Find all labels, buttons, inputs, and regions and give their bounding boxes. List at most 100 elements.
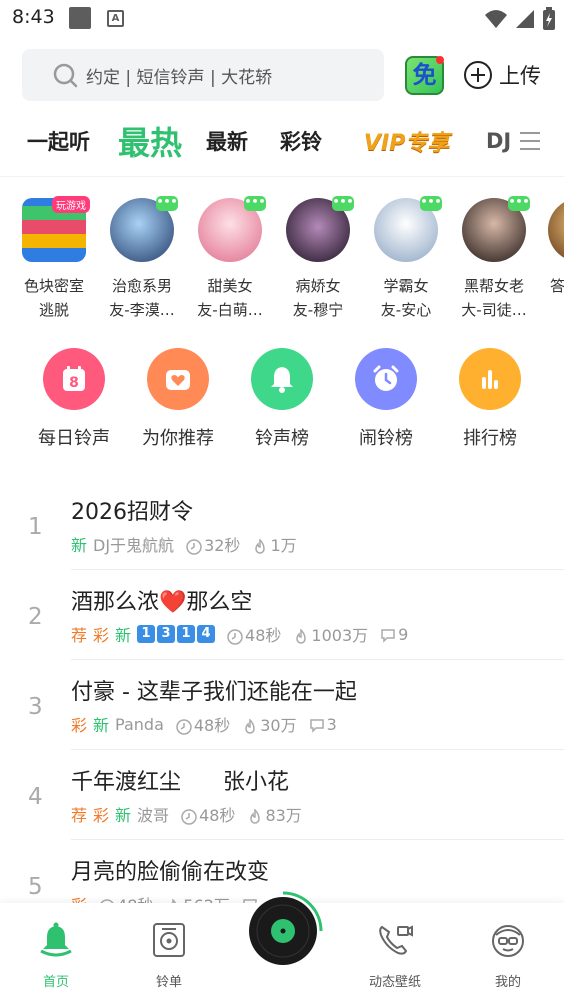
- flame-icon: [245, 718, 256, 734]
- song-row[interactable]: 1 2026招财令 新 DJ于鬼航航 32秒 1万: [0, 480, 564, 570]
- duration: 48秒: [176, 712, 230, 736]
- feature-alarm-chart[interactable]: 闹铃榜: [334, 348, 438, 450]
- bell-icon: [251, 348, 313, 410]
- duration: 48秒: [181, 802, 235, 826]
- song-duration: 48秒: [245, 626, 282, 645]
- character-item[interactable]: ••• 治愈系男 友-李漠…: [102, 196, 182, 322]
- character-name: 甜美女 友-白萌…: [197, 277, 263, 319]
- divider: [0, 176, 564, 177]
- tag-new: 新: [115, 626, 132, 645]
- comment-icon: [309, 719, 324, 733]
- feature-ranking[interactable]: 排行榜: [438, 348, 542, 450]
- search-bar[interactable]: 约定 | 短信铃声 | 大花轿: [22, 49, 384, 101]
- tab-dj[interactable]: DJ: [486, 115, 511, 167]
- game-cover: 玩游戏: [22, 196, 90, 262]
- plays: 1003万: [293, 622, 368, 646]
- feature-ringtone-chart[interactable]: 铃声榜: [230, 348, 334, 450]
- phone-video-icon: [379, 925, 413, 955]
- upload-button[interactable]: 上传: [463, 60, 541, 90]
- character-item[interactable]: ••• 黑帮女老 大-司徒…: [454, 196, 534, 322]
- song-rank: 3: [28, 694, 43, 720]
- feature-daily-ringtone[interactable]: 8 每日铃声: [22, 348, 126, 450]
- feature-label: 每日铃声: [38, 428, 110, 449]
- character-item[interactable]: ••• 病娇女 友-穆宁: [278, 196, 358, 322]
- clock-icon: [186, 538, 202, 555]
- plays: 30万: [242, 712, 297, 736]
- character-name: 答: [550, 277, 564, 295]
- tab-vip[interactable]: VIP专享: [364, 115, 449, 167]
- song-plays: 30万: [260, 716, 297, 735]
- bottom-nav: 首页 铃单 动态壁纸 我的: [0, 891, 564, 1004]
- song-plays: 1万: [270, 536, 297, 555]
- character-item[interactable]: 答: [542, 196, 564, 298]
- feature-label: 铃声榜: [255, 428, 309, 449]
- clock-icon: [176, 718, 192, 735]
- category-tabs: 一起听 最热 最新 彩铃 VIP专享 DJ: [0, 115, 564, 167]
- tag-new: 新: [71, 536, 88, 555]
- feature-label: 闹铃榜: [359, 428, 413, 449]
- song-title: 酒那么浓❤️那么空: [71, 590, 253, 615]
- song-comments: 3: [326, 714, 337, 734]
- artist-digit: 3: [157, 625, 176, 643]
- song-row[interactable]: 4 千年渡红尘 张小花 荐 彩 新 波哥 48秒 83万: [0, 750, 564, 840]
- song-plays: 83万: [265, 806, 302, 825]
- feature-recommend[interactable]: 为你推荐: [126, 348, 230, 450]
- notification-square-icon: [69, 7, 91, 29]
- song-plays: 1003万: [311, 626, 369, 645]
- vinyl-disc-icon: [244, 891, 323, 970]
- menu-icon[interactable]: [516, 127, 544, 155]
- nav-live-wallpaper[interactable]: 动态壁纸: [350, 921, 440, 990]
- song-artist: 1 3 1 4: [137, 625, 216, 643]
- character-name: 色块密室 逃脱: [23, 277, 84, 319]
- status-time: 8:43: [12, 6, 55, 28]
- song-rank: 5: [28, 874, 43, 900]
- character-item[interactable]: ••• 甜美女 友-白萌…: [190, 196, 270, 322]
- tag-color-ring: 彩: [93, 806, 110, 825]
- speaker-icon: [153, 923, 185, 957]
- song-row[interactable]: 2 酒那么浓❤️那么空 荐 彩 新 1 3 1 4 48秒 1003万 9: [0, 570, 564, 660]
- battery-icon: [543, 7, 555, 30]
- character-item[interactable]: 玩游戏 色块密室 逃脱: [14, 196, 94, 322]
- nav-label: 首页: [42, 975, 69, 990]
- status-icons: [484, 7, 556, 31]
- duration: 48秒: [227, 622, 281, 646]
- nav-label: 动态壁纸: [368, 975, 421, 990]
- nav-home[interactable]: 首页: [11, 921, 101, 990]
- tab-color-ring[interactable]: 彩铃: [280, 115, 322, 167]
- upload-label: 上传: [499, 64, 541, 88]
- nav-profile[interactable]: 我的: [463, 921, 553, 990]
- profile-face-icon: [492, 925, 524, 957]
- chat-badge-icon: •••: [420, 196, 442, 211]
- comments: 3: [309, 715, 337, 734]
- clock-icon: [181, 808, 197, 825]
- plays: 1万: [252, 532, 297, 556]
- feature-label: 排行榜: [463, 428, 517, 449]
- svg-text:8: 8: [69, 375, 79, 391]
- tag-new: 新: [93, 716, 110, 735]
- avatar: •••: [198, 196, 266, 262]
- bell-home-icon: [40, 922, 72, 957]
- tab-together[interactable]: 一起听: [27, 115, 90, 167]
- artist-digit: 1: [177, 625, 196, 643]
- avatar: •••: [462, 196, 530, 262]
- character-name: 治愈系男 友-李漠…: [109, 277, 175, 319]
- feature-label: 为你推荐: [142, 428, 214, 449]
- calendar-icon: 8: [43, 348, 105, 410]
- tab-hot[interactable]: 最热: [118, 115, 182, 167]
- now-playing-disc[interactable]: [243, 891, 323, 971]
- song-meta: 新 DJ于鬼航航 32秒 1万: [71, 532, 297, 556]
- heart-tv-icon: [147, 348, 209, 410]
- chat-badge-icon: •••: [244, 196, 266, 211]
- tab-new[interactable]: 最新: [206, 115, 248, 167]
- character-item[interactable]: ••• 学霸女 友-安心: [366, 196, 446, 322]
- song-duration: 48秒: [193, 716, 231, 735]
- character-name: 病娇女 友-穆宁: [292, 277, 344, 319]
- nav-playlist[interactable]: 铃单: [124, 921, 214, 990]
- song-artist: Panda: [115, 714, 164, 734]
- search-placeholder: 约定 | 短信铃声 | 大花轿: [86, 67, 273, 88]
- song-title: 月亮的脸偷偷在改变: [71, 860, 270, 885]
- comments: 9: [380, 625, 408, 644]
- feature-shortcuts: 8 每日铃声 为你推荐 铃声榜 闹铃榜 排行榜: [0, 348, 564, 458]
- status-bar: 8:43 A: [0, 0, 564, 40]
- song-row[interactable]: 3 付豪 - 这辈子我们还能在一起 彩 新 Panda 48秒 30万 3: [0, 660, 564, 750]
